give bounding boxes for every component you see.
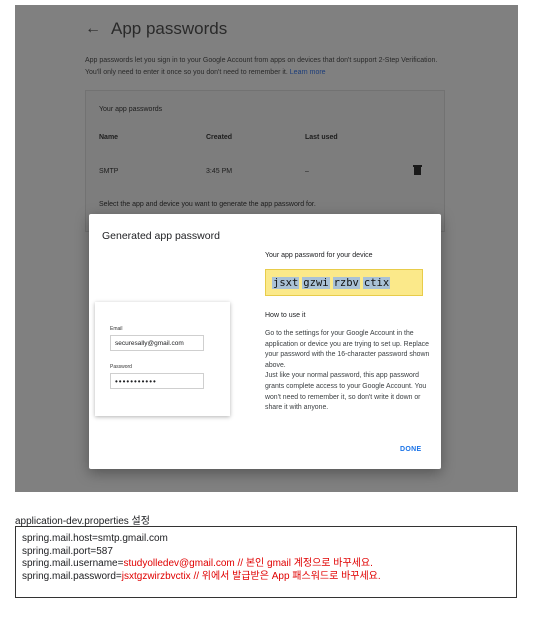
column-header-last-used: Last used <box>305 134 338 141</box>
column-header-created: Created <box>206 134 233 141</box>
intro-body: App passwords let you sign in to your Go… <box>85 57 438 76</box>
top-strip <box>15 0 518 5</box>
code-password-value: jsxtgzwirzbvctix // 위에서 발급받은 App 패스워드로 바… <box>121 570 381 582</box>
illus-password-label: Password <box>110 364 132 370</box>
code-password-key: spring.mail.password= <box>22 570 122 582</box>
app-passwords-card: Your app passwords Name Created Last use… <box>85 90 445 232</box>
app-password-box[interactable]: jsxt gzwi rzbv ctix <box>265 269 423 296</box>
back-arrow-icon[interactable]: ← <box>85 20 107 38</box>
page-header: ← App passwords <box>85 14 227 44</box>
code-line-password: spring.mail.password=jsxtgzwirzbvctix //… <box>22 571 510 584</box>
page-title: App passwords <box>111 19 228 38</box>
password-label: Your app password for your device <box>265 252 373 259</box>
instructions-text: Go to the settings for your Google Accou… <box>265 329 430 414</box>
password-chunk: ctix <box>362 276 391 289</box>
card-heading: Your app passwords <box>99 106 163 113</box>
delete-trash-icon[interactable] <box>413 165 422 175</box>
password-chunk: jsxt <box>272 276 300 289</box>
illus-email-label: Email <box>110 326 123 332</box>
generated-password-dialog: Generated app password Email securesally… <box>89 214 441 469</box>
instructions-paragraph-2: Just like your normal password, this app… <box>265 372 427 412</box>
sign-in-illustration: Email securesally@gmail.com Password •••… <box>95 302 230 416</box>
password-chunk: rzbv <box>332 276 360 289</box>
properties-code-box: spring.mail.host=smtp.gmail.com spring.m… <box>15 526 517 598</box>
column-header-name: Name <box>99 134 119 141</box>
intro-text: App passwords let you sign in to your Go… <box>85 55 445 79</box>
password-panel: Your app password for your device jsxt g… <box>265 252 430 414</box>
learn-more-link[interactable]: Learn more <box>290 69 326 76</box>
password-chunk: gzwi <box>302 276 330 289</box>
select-prompt: Select the app and device you want to ge… <box>99 201 316 208</box>
illus-email-field: securesally@gmail.com <box>110 335 204 351</box>
how-to-use-title: How to use it <box>265 312 306 319</box>
code-line-host: spring.mail.host=smtp.gmail.com <box>22 533 168 544</box>
properties-caption: application-dev.properties 설정 <box>15 516 150 527</box>
dialog-title: Generated app password <box>102 230 220 242</box>
code-username-value: studyolledev@gmail.com // 본인 gmail 계정으로 … <box>123 558 373 569</box>
done-button[interactable]: DONE <box>400 446 421 453</box>
code-line-port: spring.mail.port=587 <box>22 545 113 557</box>
row-last-used: – <box>305 168 309 175</box>
row-created: 3:45 PM <box>206 168 233 175</box>
illus-password-field: ••••••••••• <box>110 373 204 389</box>
row-name: SMTP <box>99 168 119 175</box>
code-username-key: spring.mail.username= <box>22 558 124 569</box>
code-line-username: spring.mail.username=studyolledev@gmail.… <box>22 558 510 571</box>
instructions-paragraph-1: Go to the settings for your Google Accou… <box>265 330 430 369</box>
